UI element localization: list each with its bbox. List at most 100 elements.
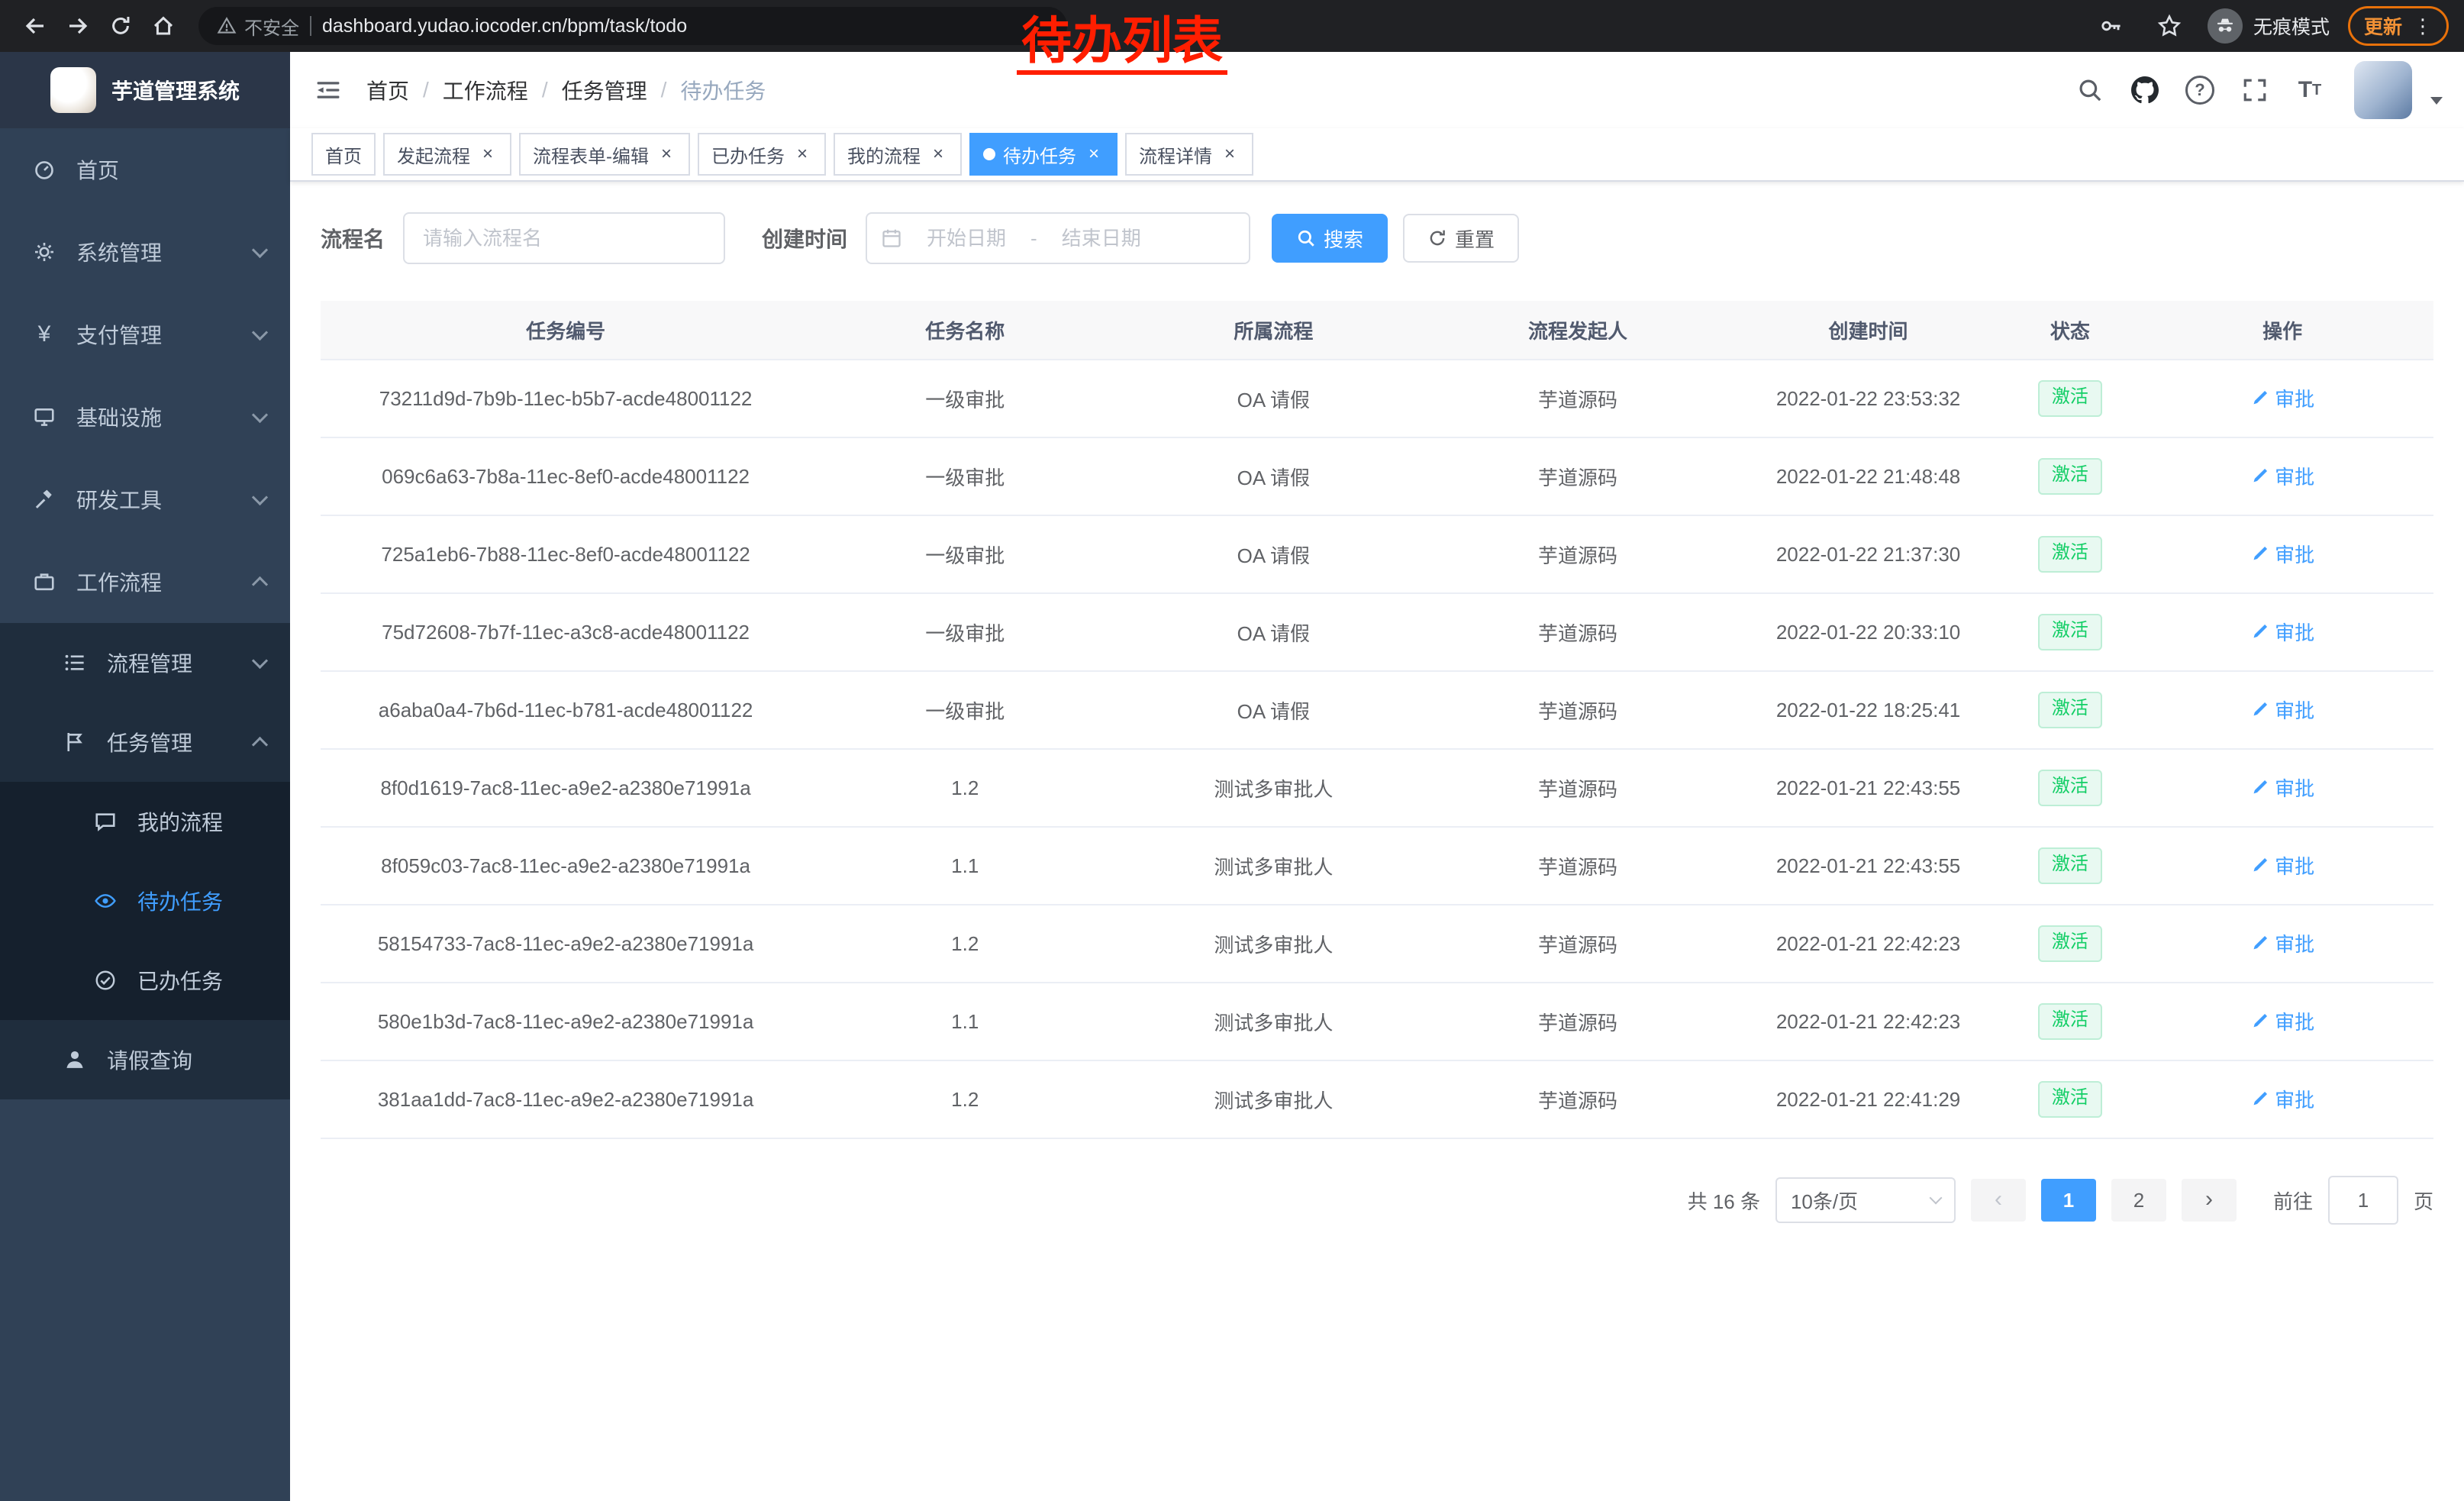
edit-icon — [2250, 779, 2269, 797]
browser-toolbar: 不安全 dashboard.yudao.iocoder.cn/bpm/task/… — [0, 0, 2464, 52]
security-indicator[interactable]: 不安全 — [217, 13, 299, 40]
sidebar-item-leave-query[interactable]: 请假查询 — [0, 1020, 290, 1099]
cell-process: OA 请假 — [1119, 671, 1427, 749]
password-key-icon[interactable] — [2091, 6, 2131, 46]
browser-update-chip[interactable]: 更新 ⋮ — [2348, 6, 2449, 46]
sidebar-item-home[interactable]: 首页 — [0, 128, 290, 211]
chat-icon — [92, 810, 119, 833]
cell-status: 激活 — [2009, 437, 2132, 515]
prev-page-button[interactable]: ‹ — [1971, 1179, 2026, 1222]
browser-reload-button[interactable] — [101, 6, 140, 46]
end-date-input[interactable] — [1043, 225, 1159, 252]
table-row: 580e1b3d-7ac8-11ec-a9e2-a2380e71991a 1.1… — [321, 983, 2433, 1060]
close-icon[interactable]: × — [1220, 144, 1240, 164]
sidebar-item-infrastructure[interactable]: 基础设施 — [0, 376, 290, 458]
incognito-icon — [2208, 8, 2243, 44]
start-date-input[interactable] — [908, 225, 1024, 252]
tag-my-process[interactable]: 我的流程 × — [834, 133, 962, 176]
cell-process: 测试多审批人 — [1119, 1060, 1427, 1138]
browser-back-button[interactable] — [15, 6, 55, 46]
sidebar-item-task-management[interactable]: 任务管理 — [0, 702, 290, 782]
github-icon[interactable] — [2122, 67, 2168, 113]
chevron-down-icon — [1929, 1192, 1942, 1205]
page-1-button[interactable]: 1 — [2041, 1179, 2096, 1222]
fullscreen-icon[interactable] — [2232, 67, 2278, 113]
cell-task-id: 725a1eb6-7b88-11ec-8ef0-acde48001122 — [321, 515, 811, 593]
tag-process-form-edit[interactable]: 流程表单-编辑 × — [519, 133, 690, 176]
approve-link[interactable]: 审批 — [2250, 696, 2314, 724]
page-size-select[interactable]: 10条/页 — [1775, 1177, 1956, 1223]
process-name-input[interactable] — [403, 212, 725, 264]
avatar-caret-icon[interactable] — [2430, 97, 2443, 105]
approve-link[interactable]: 审批 — [2250, 851, 2314, 880]
cell-starter: 芋道源码 — [1427, 983, 1727, 1060]
cell-actions: 审批 — [2131, 1060, 2433, 1138]
sidebar-item-system[interactable]: 系统管理 — [0, 211, 290, 293]
browser-home-button[interactable] — [144, 6, 183, 46]
approve-link[interactable]: 审批 — [2250, 384, 2314, 412]
cell-actions: 审批 — [2131, 671, 2433, 749]
edit-icon — [2250, 1012, 2269, 1031]
close-icon[interactable]: × — [1084, 144, 1104, 164]
sidebar-item-done-tasks[interactable]: 已办任务 — [0, 941, 290, 1020]
cell-starter: 芋道源码 — [1427, 1060, 1727, 1138]
tag-todo-tasks-active[interactable]: 待办任务 × — [969, 133, 1118, 176]
sidebar-item-devtools[interactable]: 研发工具 — [0, 458, 290, 541]
close-icon[interactable]: × — [656, 144, 676, 164]
close-icon[interactable]: × — [478, 144, 498, 164]
font-size-icon[interactable]: TT — [2287, 67, 2333, 113]
cell-status: 激活 — [2009, 593, 2132, 671]
cell-task-name: 1.1 — [811, 983, 1119, 1060]
sidebar-item-process-management[interactable]: 流程管理 — [0, 623, 290, 702]
approve-link[interactable]: 审批 — [2250, 618, 2314, 646]
avatar[interactable] — [2354, 61, 2412, 119]
cell-starter: 芋道源码 — [1427, 593, 1727, 671]
user-icon — [61, 1048, 89, 1071]
close-icon[interactable]: × — [928, 144, 948, 164]
reset-button[interactable]: 重置 — [1403, 214, 1519, 263]
edit-icon — [2250, 934, 2269, 953]
breadcrumb-workflow[interactable]: 工作流程 — [443, 75, 528, 105]
dashboard-icon — [31, 158, 58, 181]
close-icon[interactable]: × — [792, 144, 812, 164]
approve-link[interactable]: 审批 — [2250, 1085, 2314, 1113]
sidebar-item-label: 待办任务 — [137, 886, 223, 916]
address-bar[interactable]: 不安全 dashboard.yudao.iocoder.cn/bpm/task/… — [198, 7, 1067, 45]
help-icon[interactable]: ? — [2177, 67, 2223, 113]
approve-link[interactable]: 审批 — [2250, 540, 2314, 568]
table-row: 8f059c03-7ac8-11ec-a9e2-a2380e71991a 1.1… — [321, 827, 2433, 905]
sidebar-item-todo-tasks[interactable]: 待办任务 — [0, 861, 290, 941]
date-range-picker[interactable]: - — [866, 212, 1250, 264]
tag-home[interactable]: 首页 — [311, 133, 376, 176]
app-logo-row[interactable]: 芋道管理系统 — [0, 52, 290, 128]
approve-link[interactable]: 审批 — [2250, 462, 2314, 490]
approve-link[interactable]: 审批 — [2250, 773, 2314, 802]
sidebar-item-my-process[interactable]: 我的流程 — [0, 782, 290, 861]
bookmark-star-icon[interactable] — [2150, 6, 2189, 46]
search-icon[interactable] — [2067, 67, 2113, 113]
table-row: a6aba0a4-7b6d-11ec-b781-acde48001122 一级审… — [321, 671, 2433, 749]
tag-process-detail[interactable]: 流程详情 × — [1125, 133, 1253, 176]
tag-start-process[interactable]: 发起流程 × — [383, 133, 511, 176]
sidebar-collapse-button[interactable] — [290, 52, 366, 128]
cell-status: 激活 — [2009, 515, 2132, 593]
table-row: 069c6a63-7b8a-11ec-8ef0-acde48001122 一级审… — [321, 437, 2433, 515]
app-title: 芋道管理系统 — [111, 75, 240, 105]
breadcrumb-task-management[interactable]: 任务管理 — [562, 75, 647, 105]
goto-page-input[interactable] — [2328, 1176, 2398, 1225]
cell-actions: 审批 — [2131, 515, 2433, 593]
approve-link[interactable]: 审批 — [2250, 1007, 2314, 1035]
breadcrumb-home[interactable]: 首页 — [366, 75, 409, 105]
process-name-label: 流程名 — [321, 223, 385, 253]
approve-link[interactable]: 审批 — [2250, 929, 2314, 957]
browser-menu-icon[interactable]: ⋮ — [2413, 15, 2433, 38]
sidebar-item-payment[interactable]: ¥ 支付管理 — [0, 293, 290, 376]
status-badge: 激活 — [2038, 1081, 2102, 1118]
tag-done-tasks[interactable]: 已办任务 × — [698, 133, 826, 176]
cell-process: 测试多审批人 — [1119, 749, 1427, 827]
next-page-button[interactable]: › — [2182, 1179, 2237, 1222]
search-button[interactable]: 搜索 — [1272, 214, 1388, 263]
page-2-button[interactable]: 2 — [2111, 1179, 2166, 1222]
sidebar-item-workflow[interactable]: 工作流程 — [0, 541, 290, 623]
browser-forward-button[interactable] — [58, 6, 98, 46]
